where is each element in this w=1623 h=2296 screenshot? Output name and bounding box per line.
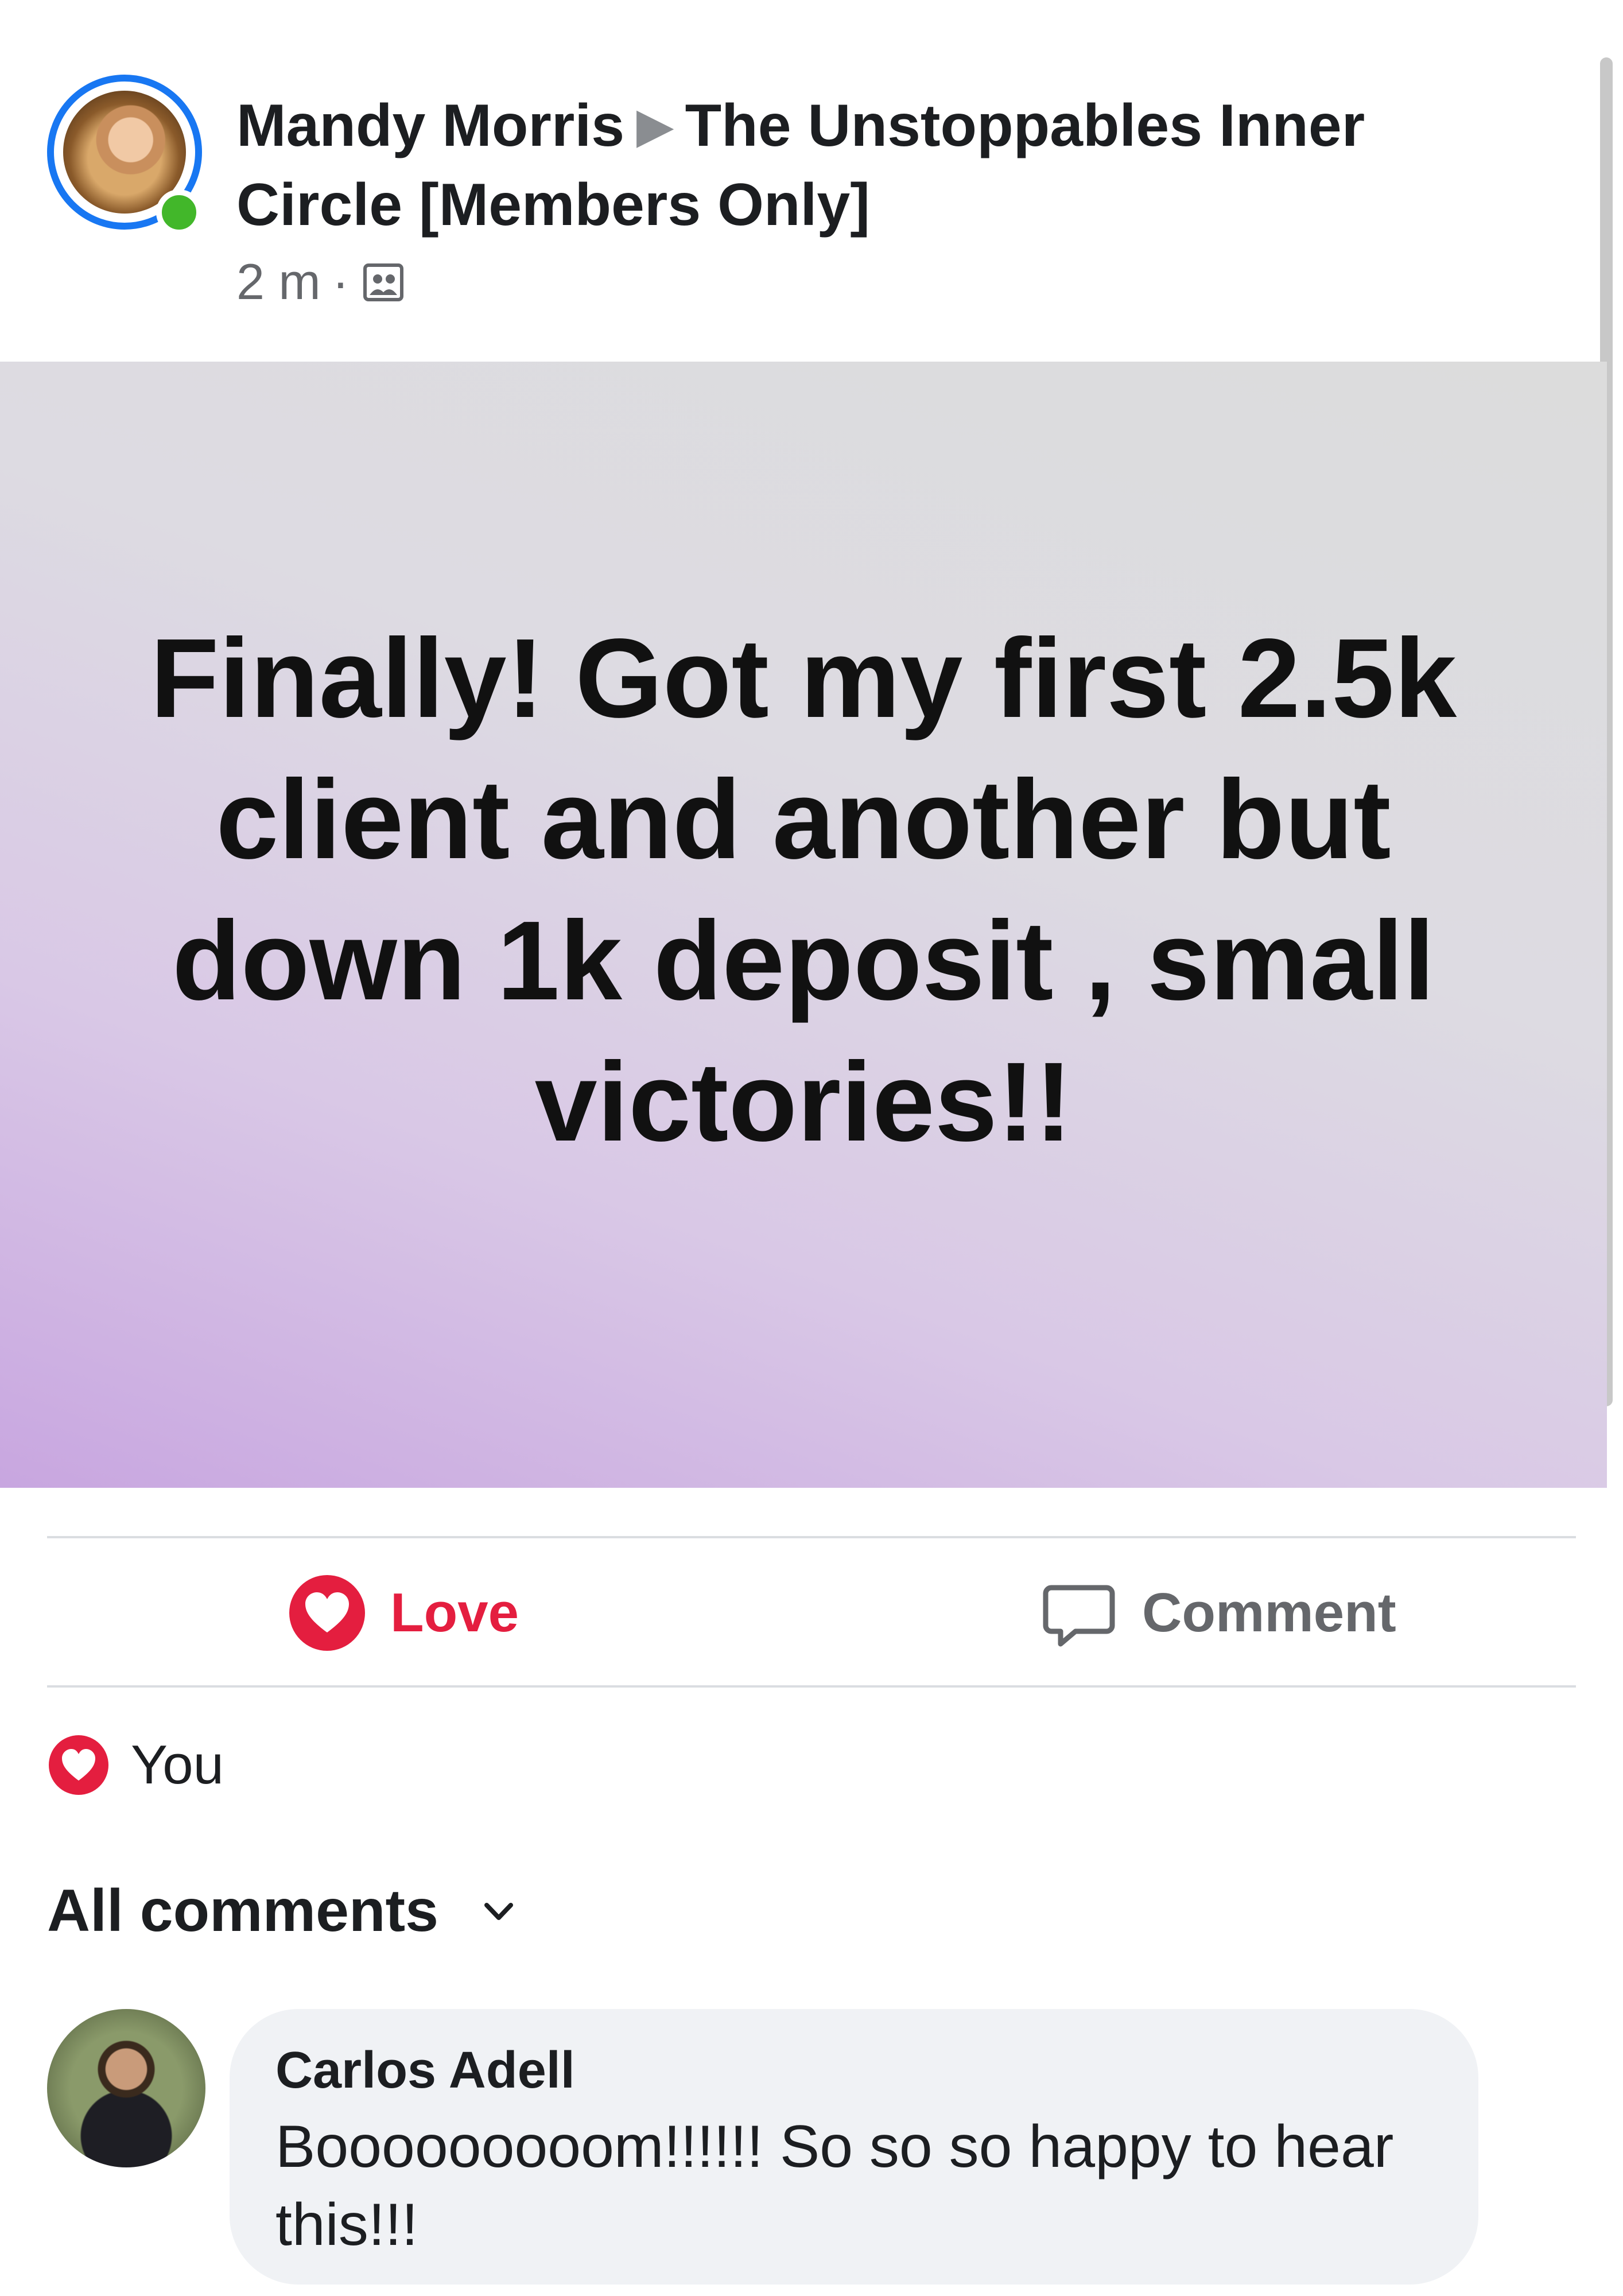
group-privacy-icon — [360, 259, 406, 305]
love-label: Love — [390, 1582, 519, 1643]
divider — [47, 1536, 1576, 1538]
comment-bubble: Carlos Adell Booooooooom!!!!!! So so so … — [230, 2009, 1478, 2285]
arrow-right-icon: ▶ — [637, 100, 673, 151]
online-status-indicator — [156, 189, 202, 235]
commenter-avatar[interactable] — [47, 2009, 205, 2167]
love-button[interactable]: Love — [287, 1567, 519, 1659]
heart-icon — [49, 1735, 108, 1795]
comment-text: Booooooooom!!!!!! So so so happy to hear… — [275, 2113, 1394, 2258]
post-background-text: Finally! Got my first 2.5k client and an… — [0, 362, 1607, 1488]
author-name-link[interactable]: Mandy Morris — [236, 92, 624, 159]
divider — [47, 1685, 1576, 1688]
comment-label: Comment — [1142, 1582, 1396, 1643]
post-meta: 2 m · — [236, 253, 406, 311]
post-body-text: Finally! Got my first 2.5k client and an… — [150, 615, 1457, 1165]
post-timestamp[interactable]: 2 m — [236, 253, 321, 311]
reaction-label: You — [131, 1734, 224, 1795]
post-header: Mandy Morris ▶ The Unstoppables Inner Circ… — [0, 0, 1623, 362]
comments-filter-label: All comments — [47, 1878, 438, 1944]
reaction-summary[interactable]: You — [47, 1733, 224, 1797]
meta-separator: · — [332, 253, 350, 310]
commenter-name[interactable]: Carlos Adell — [275, 2039, 1432, 2102]
chevron-down-icon — [484, 1902, 513, 1920]
comment-button[interactable]: Comment — [1039, 1567, 1396, 1659]
heart-icon — [289, 1575, 365, 1651]
comment-bubble-icon — [1043, 1585, 1115, 1647]
post-title: Mandy Morris ▶ The Unstoppables Inner Circ… — [236, 86, 1442, 245]
comments-filter-dropdown[interactable]: All comments — [47, 1877, 519, 1945]
